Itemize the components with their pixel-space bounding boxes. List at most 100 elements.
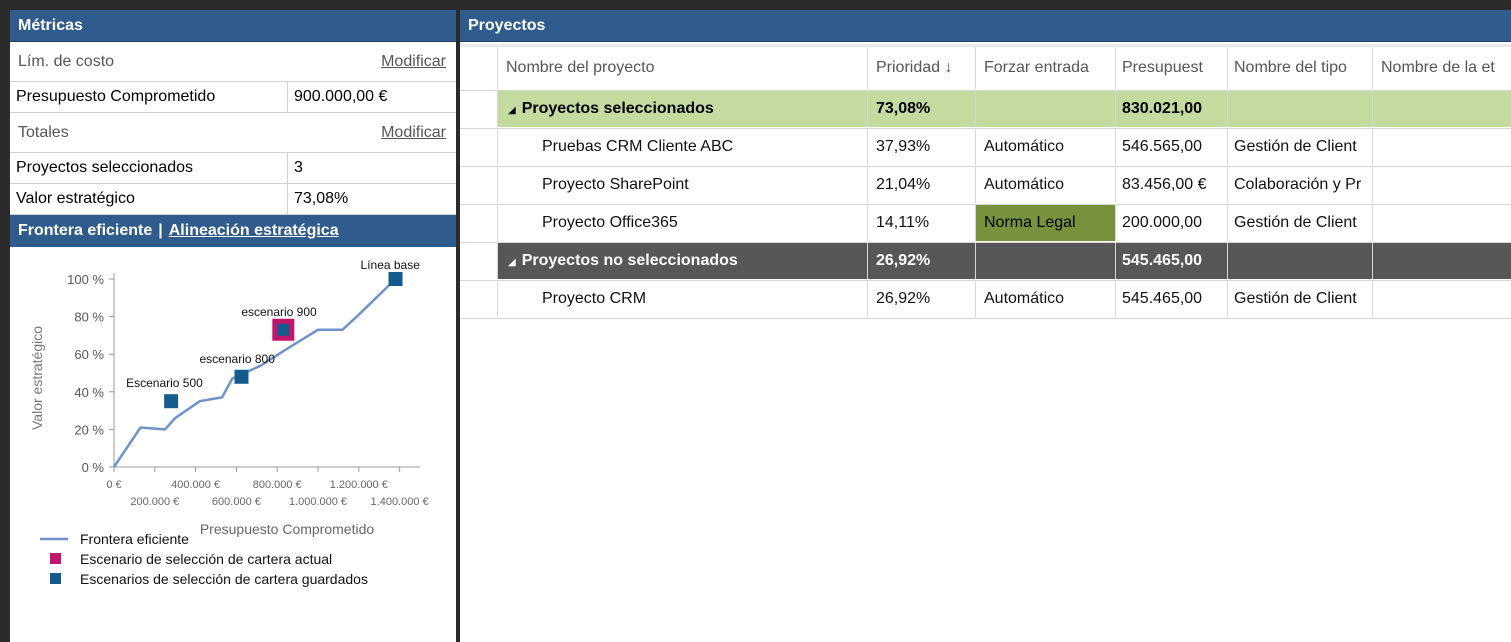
project-stage [1373, 281, 1511, 317]
efficient-frontier-chart: 0 % 20 % 40 % 60 % 80 % 100 % 0 € 400.000 € 800.… [10, 247, 456, 617]
group-budget: 545.465,00 [1116, 243, 1228, 279]
project-force[interactable]: Norma Legal [976, 205, 1116, 241]
project-type: Colaboración y Pr [1228, 167, 1373, 203]
y-tick-label: 20 % [74, 422, 104, 437]
column-header-type[interactable]: Nombre del tipo [1228, 47, 1373, 89]
project-type: Gestión de Client [1228, 129, 1373, 165]
group-budget: 830.021,00 [1116, 91, 1228, 127]
x-tick-label: 600.000 € [212, 496, 261, 508]
row-selector[interactable] [460, 243, 498, 279]
point-label: escenario 800 [200, 352, 276, 366]
project-force[interactable]: Automático [976, 167, 1116, 203]
tab-strategic-alignment[interactable]: Alineación estratégica [169, 222, 339, 239]
x-tick-label: 800.000 € [253, 479, 302, 491]
group-force [976, 243, 1116, 279]
totals-label: Totales [18, 124, 69, 141]
row-selector[interactable] [460, 91, 498, 127]
y-tick-label: 40 % [74, 385, 104, 400]
table-row[interactable]: Proyecto SharePoint 21,04% Automático 83.45… [460, 167, 1511, 205]
group-priority: 73,08% [868, 91, 976, 127]
table-row[interactable]: Pruebas CRM Cliente ABC 37,93% Automático 5… [460, 129, 1511, 167]
saved-scenario-point [388, 272, 403, 286]
row-selector[interactable] [460, 129, 498, 165]
metrics-header: Métricas [10, 10, 456, 42]
group-force [976, 91, 1116, 127]
projects-header: Proyectos [460, 10, 1511, 42]
collapse-triangle-icon[interactable]: ◢ [508, 257, 516, 268]
project-budget: 545.465,00 [1116, 281, 1228, 317]
group-row[interactable]: ◢ Proyectos no seleccionados 26,92% 545.465… [460, 243, 1511, 281]
project-name[interactable]: Proyecto CRM [498, 281, 868, 317]
committed-budget-label: Presupuesto Comprometido [10, 82, 288, 112]
cost-limit-row: Lím. de costo Modificar [10, 42, 456, 82]
project-stage [1373, 205, 1511, 241]
x-tick-label: 400.000 € [171, 479, 220, 491]
table-row[interactable]: Proyecto CRM 26,92% Automático 545.465,00 Ge… [460, 281, 1511, 319]
projects-grid: Nombre del proyecto Prioridad ↓ Forzar ent… [460, 44, 1511, 319]
table-row[interactable]: Proyecto Office365 14,11% Norma Legal 200.0… [460, 205, 1511, 243]
cost-limit-label: Lím. de costo [18, 53, 115, 70]
group-row[interactable]: ◢ Proyectos seleccionados 73,08% 830.021,00 [460, 91, 1511, 129]
project-name[interactable]: Proyecto SharePoint [498, 167, 868, 203]
project-stage [1373, 129, 1511, 165]
legend-square-marker [50, 553, 61, 564]
y-tick-label: 100 % [67, 272, 104, 287]
group-name[interactable]: ◢ Proyectos no seleccionados [498, 243, 868, 279]
project-type: Gestión de Client [1228, 205, 1373, 241]
row-selector[interactable] [460, 205, 498, 241]
strategic-value-label: Valor estratégico [10, 184, 288, 214]
column-header-stage[interactable]: Nombre de la et [1373, 47, 1511, 89]
project-priority: 37,93% [868, 129, 976, 165]
group-name[interactable]: ◢ Proyectos seleccionados [498, 91, 868, 127]
collapse-triangle-icon[interactable]: ◢ [508, 105, 516, 116]
column-header-force[interactable]: Forzar entrada [976, 47, 1116, 89]
y-tick-label: 80 % [74, 310, 104, 325]
project-budget: 83.456,00 € [1116, 167, 1228, 203]
tab-efficient-frontier[interactable]: Frontera eficiente [18, 222, 152, 239]
project-force[interactable]: Automático [976, 129, 1116, 165]
group-type [1228, 243, 1373, 279]
project-name[interactable]: Pruebas CRM Cliente ABC [498, 129, 868, 165]
project-type: Gestión de Client [1228, 281, 1373, 317]
project-budget: 200.000,00 [1116, 205, 1228, 241]
legend-label: Escenarios de selección de cartera guard… [80, 571, 368, 587]
legend-label: Escenario de selección de cartera actual [80, 551, 332, 567]
chart-header: Frontera eficiente | Alineación estratégic… [10, 215, 456, 247]
row-selector-header [460, 47, 498, 89]
y-tick-label: 0 % [82, 460, 105, 475]
group-priority: 26,92% [868, 243, 976, 279]
group-name-text: Proyectos seleccionados [521, 100, 714, 117]
legend-square-marker [50, 573, 61, 584]
row-selector[interactable] [460, 167, 498, 203]
saved-scenario-point [164, 394, 179, 409]
row-selector[interactable] [460, 281, 498, 317]
column-header-priority[interactable]: Prioridad ↓ [868, 47, 976, 89]
metrics-panel: Métricas Lím. de costo Modificar Presupu… [10, 10, 456, 642]
column-header-name[interactable]: Nombre del proyecto [498, 47, 868, 89]
group-stage [1373, 243, 1511, 279]
saved-scenario-point [234, 369, 249, 384]
project-name[interactable]: Proyecto Office365 [498, 205, 868, 241]
y-tick-label: 60 % [74, 347, 104, 362]
x-axis-label: Presupuesto Comprometido [200, 521, 375, 537]
point-label: Línea base [361, 258, 421, 272]
grid-header-row: Nombre del proyecto Prioridad ↓ Forzar ent… [460, 44, 1511, 91]
totals-row: Totales Modificar [10, 113, 456, 153]
column-header-budget[interactable]: Presupuest [1116, 47, 1228, 89]
x-tick-label: 0 € [106, 479, 121, 491]
group-stage [1373, 91, 1511, 127]
x-tick-label: 1.000.000 € [289, 496, 347, 508]
group-type [1228, 91, 1373, 127]
committed-budget-value[interactable]: 900.000,00 € [288, 82, 456, 112]
cost-limit-modify-link[interactable]: Modificar [381, 42, 446, 82]
project-priority: 21,04% [868, 167, 976, 203]
selected-projects-label: Proyectos seleccionados [10, 153, 288, 183]
x-tick-label: 200.000 € [130, 496, 179, 508]
project-priority: 14,11% [868, 205, 976, 241]
point-label: Escenario 500 [126, 376, 203, 390]
legend-label: Frontera eficiente [80, 531, 189, 547]
point-label: escenario 900 [241, 305, 317, 319]
project-force[interactable]: Automático [976, 281, 1116, 317]
totals-modify-link[interactable]: Modificar [381, 113, 446, 153]
chart-svg: 0 % 20 % 40 % 60 % 80 % 100 % 0 € 400.000 € 800.… [29, 258, 429, 587]
